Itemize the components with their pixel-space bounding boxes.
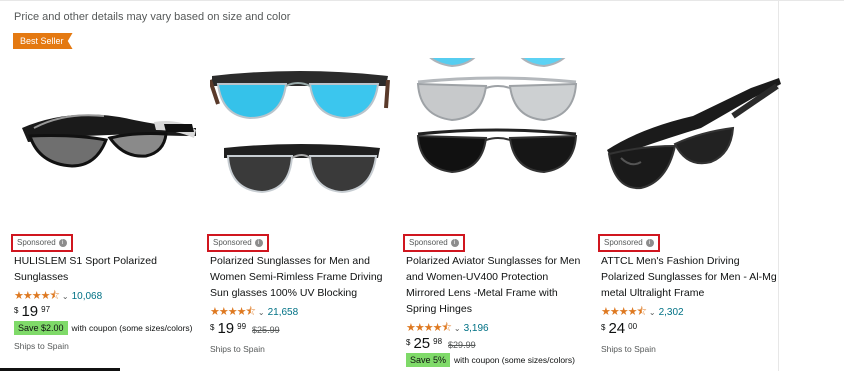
coupon-chip[interactable]: Save 5% (406, 353, 451, 367)
coupon[interactable]: Save $2.00 with coupon (some sizes/color… (14, 321, 192, 335)
coupon-text: with coupon (some sizes/colors) (71, 323, 193, 333)
price-symbol: $ (406, 338, 411, 347)
coupon[interactable]: Save 5% with coupon (some sizes/colors) (406, 353, 575, 367)
price-symbol: $ (210, 323, 215, 332)
info-icon[interactable]: i (58, 239, 67, 247)
review-count[interactable]: 2,302 (659, 307, 684, 318)
chevron-down-icon[interactable]: ⌄ (62, 292, 69, 301)
price-whole: 25 (413, 335, 431, 352)
product-title[interactable]: Polarized Aviator Sunglasses for Men and… (406, 253, 586, 317)
review-count[interactable]: 3,196 (464, 323, 489, 334)
info-icon[interactable]: i (450, 239, 459, 247)
sponsored-text: Sponsored (409, 238, 448, 247)
semi-rimless-sunglasses-image[interactable] (210, 58, 395, 228)
sponsored-text: Sponsored (213, 238, 252, 247)
product-card[interactable]: Sponsored i Polarized Aviator Sunglasses … (403, 0, 591, 371)
coupon-text: with coupon (some sizes/colors) (454, 355, 575, 365)
price-fraction: 00 (628, 322, 638, 331)
price[interactable]: $ 25 98 $29.99 (406, 336, 476, 352)
shipping-info: Ships to Spain (14, 341, 69, 351)
product-card[interactable]: Sponsored i ATTCL Men's Fashion Driving P… (598, 0, 786, 371)
price-fraction: 99 (237, 322, 247, 331)
sponsored-text: Sponsored (604, 238, 643, 247)
price-fraction: 97 (41, 305, 51, 314)
product-title[interactable]: HULISLEM S1 Sport Polarized Sunglasses (14, 253, 194, 285)
price[interactable]: $ 19 99 $25.99 (210, 321, 280, 337)
price-whole: 24 (608, 320, 626, 337)
chevron-down-icon[interactable]: ⌄ (649, 308, 656, 317)
sponsored-label[interactable]: Sponsored i (598, 234, 660, 252)
price-symbol: $ (601, 323, 606, 332)
price-fraction: 98 (433, 337, 443, 346)
driving-sunglasses-image[interactable] (601, 58, 786, 228)
review-count[interactable]: 21,658 (268, 307, 299, 318)
price-symbol: $ (14, 306, 19, 315)
shipping-info: Ships to Spain (601, 344, 656, 354)
product-title[interactable]: ATTCL Men's Fashion Driving Polarized Su… (601, 253, 781, 301)
price-whole: 19 (21, 303, 39, 320)
product-card[interactable]: Sponsored i HULISLEM S1 Sport Polarized S… (11, 0, 199, 371)
chevron-down-icon[interactable]: ⌄ (258, 308, 265, 317)
price[interactable]: $ 24 00 (601, 321, 637, 337)
review-count[interactable]: 10,068 (72, 291, 103, 302)
coupon-chip[interactable]: Save $2.00 (14, 321, 68, 335)
aviator-sunglasses-image[interactable] (406, 58, 591, 228)
sponsored-label[interactable]: Sponsored i (403, 234, 465, 252)
price[interactable]: $ 19 97 (14, 304, 50, 320)
info-icon[interactable]: i (645, 239, 654, 247)
sport-sunglasses-image[interactable] (14, 58, 199, 228)
chevron-down-icon[interactable]: ⌄ (454, 324, 461, 333)
sponsored-label[interactable]: Sponsored i (11, 234, 73, 252)
product-card[interactable]: Sponsored i Polarized Sunglasses for Men … (207, 0, 395, 371)
sponsored-label[interactable]: Sponsored i (207, 234, 269, 252)
price-whole: 19 (217, 320, 235, 337)
list-price: $29.99 (448, 340, 476, 350)
shipping-info: Ships to Spain (210, 344, 265, 354)
sponsored-text: Sponsored (17, 238, 56, 247)
product-title[interactable]: Polarized Sunglasses for Men and Women S… (210, 253, 390, 301)
info-icon[interactable]: i (254, 239, 263, 247)
list-price: $25.99 (252, 325, 280, 335)
